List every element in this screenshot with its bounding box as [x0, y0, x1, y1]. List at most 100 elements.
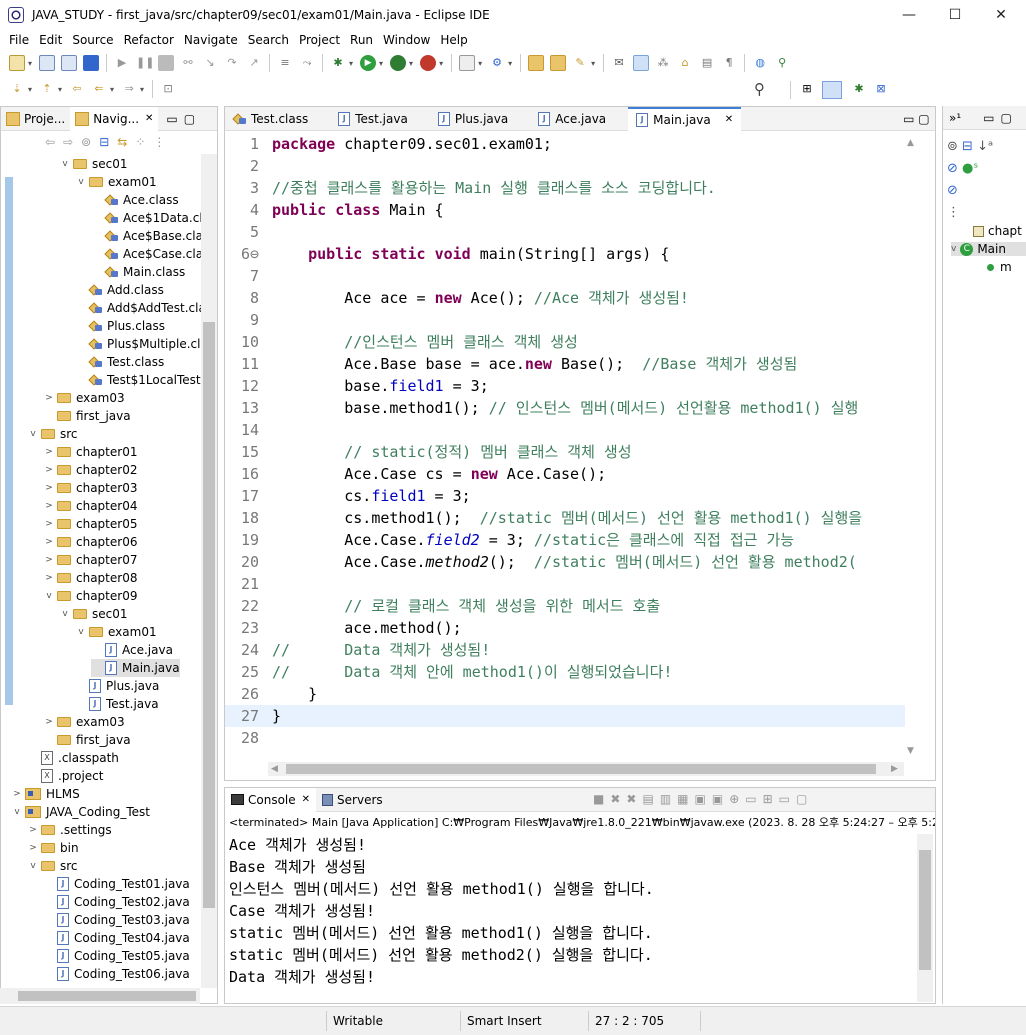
- tree-item[interactable]: Ace$Base.class: [91, 227, 201, 245]
- toggle-breadcrumb-icon[interactable]: ⌂: [677, 55, 693, 71]
- resume-icon[interactable]: ▶: [114, 55, 130, 71]
- tree-item[interactable]: > chapter08: [43, 569, 137, 587]
- scroll-down-icon[interactable]: ▼: [907, 746, 914, 756]
- tree-item[interactable]: J Plus.java: [75, 677, 159, 695]
- minimize-button[interactable]: —: [886, 0, 932, 30]
- outline-view-menu-icon[interactable]: ⋮: [947, 205, 960, 220]
- expand-toggle-icon[interactable]: >: [11, 789, 23, 799]
- expand-toggle-icon[interactable]: >: [27, 825, 39, 835]
- console-scrollbar-thumb[interactable]: [919, 850, 931, 970]
- tree-item[interactable]: > chapter04: [43, 497, 137, 515]
- run-icon[interactable]: ▶: [360, 55, 377, 71]
- back-arrow-icon[interactable]: ⇦: [45, 135, 55, 149]
- tree-item[interactable]: J Test.java: [75, 695, 159, 713]
- save-icon[interactable]: [39, 55, 56, 71]
- tree-item[interactable]: v sec01: [59, 605, 127, 623]
- tree-item[interactable]: Ace$1Data.cla: [91, 209, 201, 227]
- tree-item[interactable]: Add$AddTest.clas: [75, 299, 201, 317]
- maximize-view-icon[interactable]: ▢: [184, 112, 195, 126]
- tree-item[interactable]: > exam03: [43, 389, 124, 407]
- tree-item[interactable]: > chapter06: [43, 533, 137, 551]
- collapse-all-icon[interactable]: ⊟: [99, 135, 109, 149]
- filter-icon[interactable]: ⁘: [135, 135, 145, 149]
- expand-toggle-icon[interactable]: v: [27, 861, 39, 871]
- menu-navigate[interactable]: Navigate: [179, 33, 243, 47]
- tab-project-explorer[interactable]: Proje...: [1, 107, 70, 131]
- minimize-view-icon[interactable]: ▭: [166, 112, 177, 126]
- expand-toggle-icon[interactable]: >: [43, 573, 55, 583]
- terminate-console-icon[interactable]: ■: [593, 792, 610, 806]
- left-scrollbar-thumb[interactable]: [203, 322, 215, 908]
- code-editor[interactable]: 1 package chapter09.sec01.exam01; 2 3//중첩 클…: [225, 133, 905, 763]
- word-wrap-console-icon[interactable]: ▦: [677, 792, 694, 806]
- tree-item[interactable]: > chapter03: [43, 479, 137, 497]
- tree-item[interactable]: J Coding_Test03.java: [43, 911, 190, 929]
- step-return-icon[interactable]: ↗: [246, 55, 262, 71]
- filter-outline-icon[interactable]: ⊚: [947, 139, 958, 154]
- tree-item[interactable]: > HLMS: [11, 785, 79, 803]
- tree-item[interactable]: > chapter02: [43, 461, 137, 479]
- outline-item-main[interactable]: v C Main: [951, 242, 1026, 256]
- editor-tab[interactable]: J Test.java: [330, 107, 430, 131]
- editor-tab[interactable]: Test.class: [225, 107, 330, 131]
- editor-hscrollbar-thumb[interactable]: [286, 764, 876, 774]
- debug-perspective-icon[interactable]: ✱: [851, 81, 867, 97]
- toggle-annotation-icon[interactable]: ✉: [611, 55, 627, 71]
- tree-item[interactable]: Ace$Case.clas: [91, 245, 201, 263]
- external-tools-icon[interactable]: [420, 55, 437, 71]
- tree-item[interactable]: v exam01: [75, 623, 156, 641]
- tree-item[interactable]: v sec01: [59, 155, 127, 173]
- tree-item[interactable]: > .settings: [27, 821, 111, 839]
- expand-toggle-icon[interactable]: >: [43, 447, 55, 457]
- expand-toggle-icon[interactable]: v: [11, 807, 23, 817]
- back-icon[interactable]: ⇐: [91, 81, 107, 97]
- step-into-icon[interactable]: ↘: [202, 55, 218, 71]
- editor-tab[interactable]: J Plus.java: [430, 107, 530, 131]
- outline-tab-icon[interactable]: »¹: [949, 111, 961, 125]
- tree-item[interactable]: X .project: [27, 767, 103, 785]
- left-hscrollbar-thumb[interactable]: [18, 991, 196, 1001]
- expand-toggle-icon[interactable]: v: [27, 429, 39, 439]
- editor-tab[interactable]: J Main.java ✕: [628, 106, 742, 131]
- tree-item[interactable]: J Coding_Test04.java: [43, 929, 190, 947]
- show-whitespace-icon[interactable]: ¶: [721, 55, 737, 71]
- previous-annotation-icon[interactable]: ⇡: [39, 81, 55, 97]
- tree-item[interactable]: Plus$Multiple.cla: [75, 335, 201, 353]
- tree-item[interactable]: Ace.class: [91, 191, 179, 209]
- hide-non-public-icon[interactable]: ⊘: [947, 183, 958, 198]
- tree-item[interactable]: X .classpath: [27, 749, 119, 767]
- scroll-up-icon[interactable]: ▲: [907, 138, 914, 148]
- hide-static-icon[interactable]: ●ˢ: [962, 161, 978, 176]
- pin-editor-icon[interactable]: ⊡: [160, 81, 176, 97]
- show-on-stdout-icon[interactable]: ▣: [695, 792, 712, 806]
- show-on-stderr-icon[interactable]: ▣: [712, 792, 729, 806]
- expand-toggle-icon[interactable]: v: [75, 627, 87, 637]
- expand-toggle-icon[interactable]: v: [43, 591, 55, 601]
- tree-item[interactable]: v src: [27, 425, 77, 443]
- console-maximize-icon[interactable]: ▢: [796, 792, 813, 806]
- disconnect-icon[interactable]: ⚯: [180, 55, 196, 71]
- open-perspective-icon[interactable]: ⊞: [799, 81, 815, 97]
- hide-fields-icon[interactable]: ⊘: [947, 161, 958, 176]
- maximize-button[interactable]: ☐: [932, 0, 978, 30]
- terminate-icon[interactable]: [158, 55, 175, 71]
- mark-occurrences-icon[interactable]: [633, 55, 650, 71]
- tree-item[interactable]: > chapter07: [43, 551, 137, 569]
- menu-source[interactable]: Source: [67, 33, 118, 47]
- close-console-icon[interactable]: ✕: [302, 794, 310, 805]
- menu-help[interactable]: Help: [435, 33, 472, 47]
- pin-console-icon[interactable]: ⊕: [729, 792, 745, 806]
- expand-toggle-icon[interactable]: v: [75, 177, 87, 187]
- outline-maximize-icon[interactable]: ▢: [1001, 111, 1012, 125]
- collapse-outline-icon[interactable]: ⊟: [962, 139, 973, 154]
- menu-project[interactable]: Project: [294, 33, 345, 47]
- outline-item-package[interactable]: chapt: [973, 224, 1022, 238]
- tab-navigator[interactable]: Navig... ✕: [70, 106, 159, 131]
- tab-console[interactable]: Console ✕: [225, 787, 317, 812]
- step-over-icon[interactable]: ↷: [224, 55, 240, 71]
- forward-icon[interactable]: ⇒: [121, 81, 137, 97]
- tree-item[interactable]: > exam03: [43, 713, 124, 731]
- run-last-icon[interactable]: ⚲: [774, 55, 790, 71]
- scroll-left-icon[interactable]: ◀: [271, 764, 278, 774]
- console-output[interactable]: Ace 객체가 생성됨! Base 객체가 생성됨 인스턴스 멤버(메서드) 선언 …: [229, 834, 915, 1004]
